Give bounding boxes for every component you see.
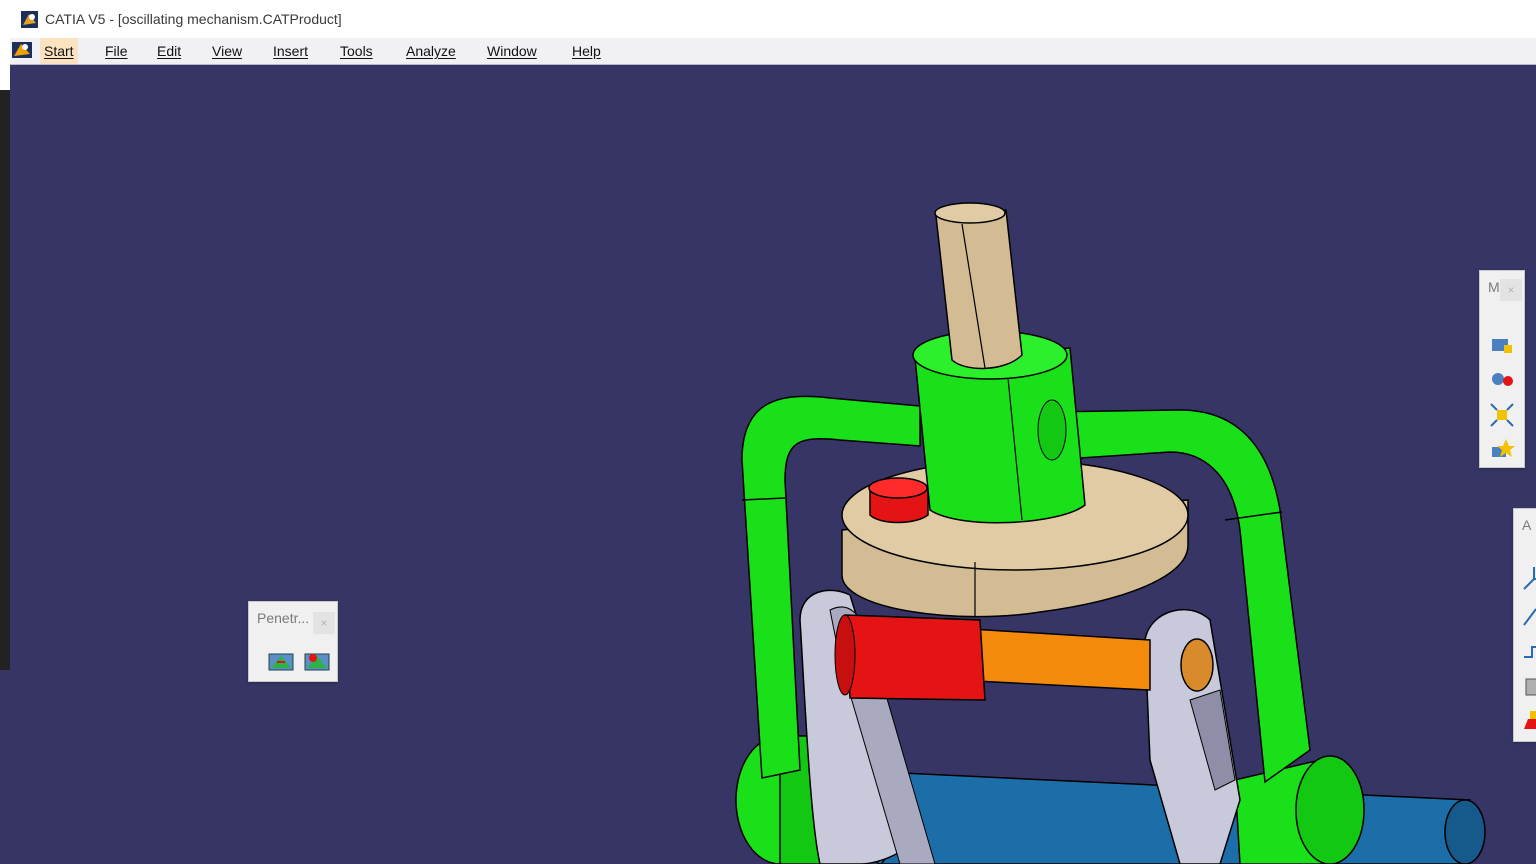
annotation-toolbar: A <box>1513 508 1536 742</box>
3d-viewport[interactable] <box>10 65 1536 864</box>
menu-analyze[interactable]: Analyze <box>402 38 460 64</box>
clash-icon[interactable] <box>267 648 295 676</box>
menu-edit[interactable]: Edit <box>153 38 185 64</box>
red-disk-pin[interactable] <box>868 477 929 524</box>
catia-menu-icon[interactable] <box>10 40 34 60</box>
menu-file[interactable]: File <box>101 38 132 64</box>
penetration-toolbar-title: Penetr... <box>257 610 310 626</box>
menu-view[interactable]: View <box>208 38 246 64</box>
penetration-toolbar: Penetr... × <box>248 601 338 682</box>
penetration-toolbar-close-button[interactable]: × <box>313 612 335 634</box>
menu-tools[interactable]: Tools <box>336 38 377 64</box>
menu-insert[interactable]: Insert <box>269 38 312 64</box>
menu-help[interactable]: Help <box>568 38 605 64</box>
left-edge <box>0 38 10 90</box>
axis-icon[interactable] <box>1520 565 1536 593</box>
mechanism-model[interactable] <box>10 65 1536 864</box>
manipulation-toolbar-close-button[interactable]: × <box>1500 279 1522 301</box>
title-bar: CATIA V5 - [oscillating mechanism.CATPro… <box>0 0 1536 39</box>
clash-interference-icon[interactable] <box>303 648 331 676</box>
green-bottom-boss-right[interactable] <box>1234 755 1365 864</box>
menu-window[interactable]: Window <box>483 38 541 64</box>
stop-manipulate-icon[interactable] <box>1488 435 1516 463</box>
menu-bar: Start File Edit View Insert Tools Analyz… <box>10 38 1536 65</box>
left-edge-strip <box>0 90 10 670</box>
menu-start[interactable]: Start <box>40 38 78 64</box>
window-title: CATIA V5 - [oscillating mechanism.CATPro… <box>45 11 342 27</box>
explode-icon[interactable] <box>1488 401 1516 429</box>
manipulation-icon[interactable] <box>1488 329 1516 357</box>
red-block[interactable] <box>834 614 986 701</box>
flag-note-icon[interactable] <box>1520 637 1536 665</box>
measure-icon[interactable] <box>1520 673 1536 701</box>
manipulation-toolbar: M × <box>1479 270 1525 468</box>
annotation-icon[interactable] <box>1520 601 1536 629</box>
manipulation-toolbar-title: M <box>1488 279 1500 295</box>
analysis-icon[interactable] <box>1520 707 1536 735</box>
catia-logo-icon <box>21 11 38 28</box>
snap-icon[interactable] <box>1488 365 1516 393</box>
annotation-toolbar-title: A <box>1522 517 1532 533</box>
